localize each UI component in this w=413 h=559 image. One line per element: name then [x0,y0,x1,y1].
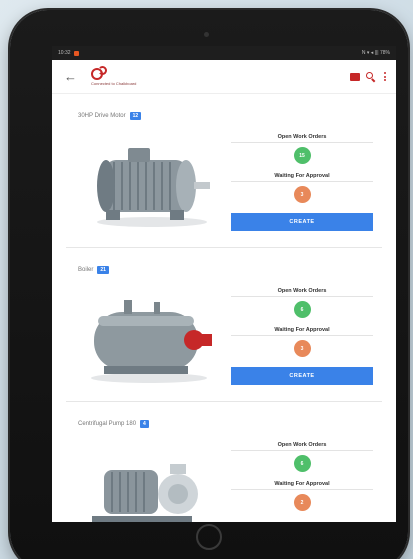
asset-card: Centrifugal Pump 180 4 Open Work Orders … [66,402,382,522]
tablet-screen: 10:32 N ▾ ◂ ||| 78% ← Connected to Chalk… [52,46,396,522]
status-indicators: N ▾ ◂ ||| 78% [361,50,390,56]
asset-list: 30HP Drive Motor 12 Open Work Orders 15 … [52,94,396,522]
motor-image [97,148,210,227]
asset-title[interactable]: 30HP Drive Motor 12 [78,112,142,120]
waiting-approval-count[interactable]: 3 [293,340,311,357]
asset-name: Centrifugal Pump 180 [78,421,137,427]
pump-image [92,464,198,522]
open-work-orders-label: Open Work Orders [277,442,327,448]
waiting-approval-count[interactable]: 3 [293,186,311,203]
tablet-frame: 10:32 N ▾ ◂ ||| 78% ← Connected to Chalk… [10,10,408,559]
waiting-approval-label: Waiting For Approval [274,481,330,487]
asset-card: 30HP Drive Motor 12 Open Work Orders 15 … [66,94,382,248]
asset-name: 30HP Drive Motor [78,113,126,119]
boiler-image [91,300,212,383]
open-work-orders-label: Open Work Orders [277,288,327,294]
asset-card: Boiler 21 Open Work Orders 6 Waiting For… [66,248,382,402]
app-logo: Connected to Chalkboard [91,65,137,86]
asset-title[interactable]: Centrifugal Pump 180 4 [78,420,149,428]
open-work-orders-label: Open Work Orders [277,134,327,140]
asset-count-badge: 4 [140,420,149,428]
app-bar: ← Connected to Chalkboard [52,60,396,94]
open-work-orders-count[interactable]: 6 [293,301,311,318]
asset-title[interactable]: Boiler 21 [78,266,109,274]
create-button[interactable]: CREATE [231,213,373,231]
work-order-stats: Open Work Orders 6 Waiting For Approval … [231,442,373,520]
waiting-approval-label: Waiting For Approval [274,327,330,333]
logo-mark-icon [91,65,109,80]
logo-text: Connected to Chalkboard [91,80,137,86]
home-button[interactable] [196,524,222,550]
back-arrow-icon[interactable]: ← [64,69,77,84]
asset-count-badge: 12 [129,112,142,120]
notification-icon [73,50,79,56]
waiting-approval-label: Waiting For Approval [274,173,330,179]
asset-name: Boiler [78,267,94,273]
search-icon[interactable] [366,71,376,82]
status-bar: 10:32 N ▾ ◂ ||| 78% [52,46,396,60]
asset-count-badge: 21 [97,266,109,274]
work-order-stats: Open Work Orders 15 Waiting For Approval… [231,134,373,231]
more-vert-icon[interactable] [384,72,386,81]
work-order-stats: Open Work Orders 6 Waiting For Approval … [231,288,373,385]
open-work-orders-count[interactable]: 6 [293,455,311,472]
create-button[interactable]: CREATE [231,367,373,385]
waiting-approval-count[interactable]: 2 [293,494,311,511]
status-time: 10:32 [58,50,71,56]
book-icon[interactable] [350,72,360,81]
open-work-orders-count[interactable]: 15 [293,147,311,164]
camera-dot [204,32,209,37]
